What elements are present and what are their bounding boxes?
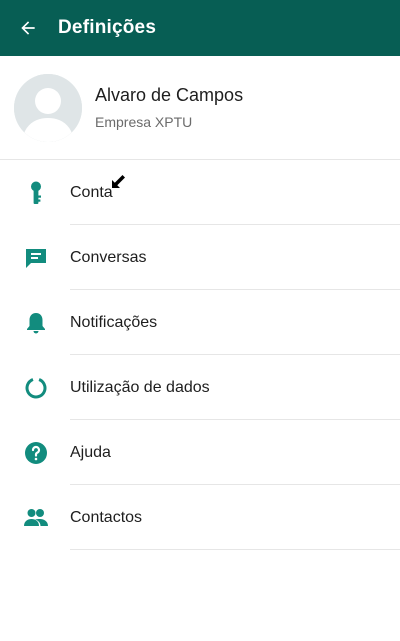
avatar[interactable] xyxy=(14,74,82,142)
key-icon xyxy=(22,179,50,207)
data-usage-icon xyxy=(22,374,50,402)
menu-item-label: Conta xyxy=(70,183,113,201)
app-bar: Definições xyxy=(0,0,400,56)
menu-item-label: Conversas xyxy=(70,248,147,266)
menu-item-label: Notificações xyxy=(70,313,158,331)
chat-icon xyxy=(22,244,50,272)
default-avatar-icon xyxy=(14,74,82,142)
profile-text: Alvaro de Campos Empresa XPTU xyxy=(95,83,243,130)
menu-item-label: Contactos xyxy=(70,508,143,526)
menu-item-ajuda[interactable]: Ajuda xyxy=(0,420,400,485)
profile-name: Alvaro de Campos xyxy=(95,84,244,105)
profile-status: Empresa XPTU xyxy=(95,113,193,130)
back-button[interactable] xyxy=(0,0,56,56)
help-icon xyxy=(22,439,50,467)
menu-divider xyxy=(70,549,400,550)
bell-icon xyxy=(22,309,50,337)
menu-item-label: Utilização de dados xyxy=(70,378,210,396)
menu-item-label: Ajuda xyxy=(70,443,111,461)
menu-item-conta[interactable]: Conta xyxy=(0,160,400,225)
profile-row[interactable]: Alvaro de Campos Empresa XPTU xyxy=(0,56,400,160)
contacts-icon xyxy=(22,504,50,532)
settings-menu: Conta Conversas Notificações Utilização … xyxy=(0,160,400,550)
arrow-left-icon xyxy=(21,21,35,35)
menu-item-conversas[interactable]: Conversas xyxy=(0,225,400,290)
page-title: Definições xyxy=(58,17,157,38)
menu-item-notificacoes[interactable]: Notificações xyxy=(0,290,400,355)
menu-item-contactos[interactable]: Contactos xyxy=(0,485,400,550)
menu-item-utilizacao-dados[interactable]: Utilização de dados xyxy=(0,355,400,420)
